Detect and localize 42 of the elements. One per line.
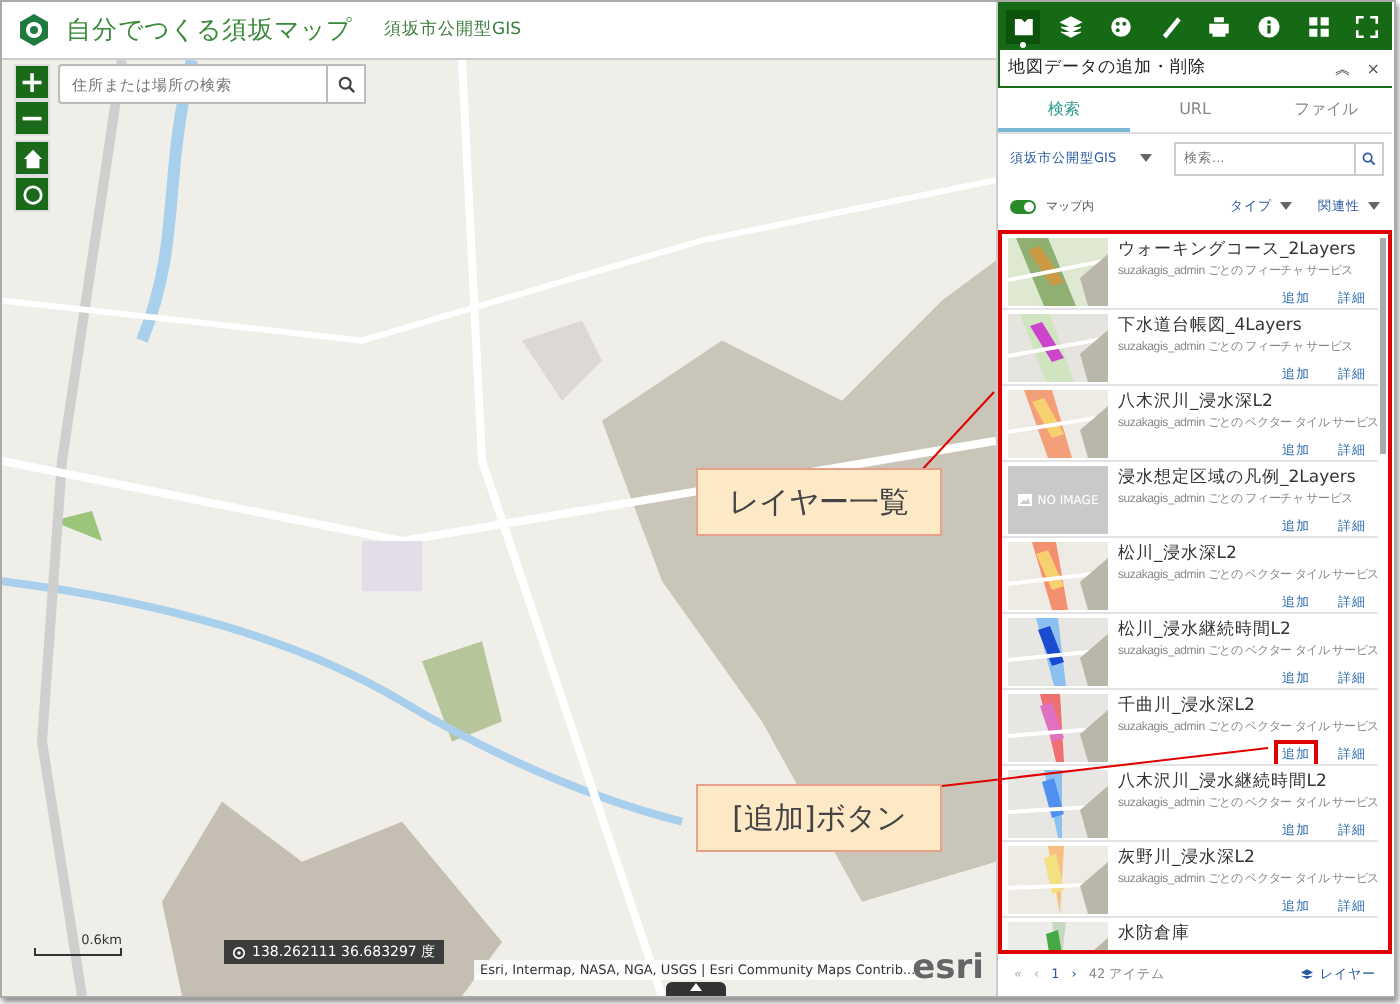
zoom-out-button[interactable]: − xyxy=(14,100,50,136)
search-icon xyxy=(1362,151,1376,165)
search-button[interactable] xyxy=(326,64,366,104)
leader-line xyxy=(919,391,995,473)
expand-handle[interactable] xyxy=(666,982,726,996)
add-data-icon[interactable] xyxy=(1005,9,1040,43)
home-icon xyxy=(21,147,43,169)
scrollbar[interactable] xyxy=(1380,238,1386,454)
crosshair-icon xyxy=(232,945,246,959)
layer-title: 灰野川_浸水深L2 xyxy=(1118,846,1257,870)
layer-title: 下水道台帳図_4Layers xyxy=(1118,314,1304,338)
search-button[interactable] xyxy=(1354,141,1384,175)
layer-title: ウォーキングコース_2Layers xyxy=(1118,238,1358,262)
caret-icon xyxy=(1368,202,1380,210)
layer-title: 八木沢川_浸水継続時間L2 xyxy=(1118,770,1329,794)
city-emblem-icon xyxy=(18,14,50,46)
layer-title: 浸水想定区域の凡例_2Layers xyxy=(1118,466,1358,490)
panel-tab[interactable]: 検索 xyxy=(998,88,1130,132)
layer-title: 八木沢川_浸水深L2 xyxy=(1118,390,1275,414)
callout-label: [追加]ボタン xyxy=(696,784,942,852)
callout-label: レイヤー一覧 xyxy=(696,468,942,536)
toggle-switch[interactable] xyxy=(1010,199,1036,213)
layers-icon xyxy=(1300,967,1314,981)
circle-icon xyxy=(21,183,43,205)
app-title: 自分でつくる須坂マップ xyxy=(66,13,352,47)
home-button[interactable] xyxy=(14,140,50,176)
locate-button[interactable] xyxy=(14,176,50,212)
panel-title: 地図データの追加・削除 xyxy=(1008,56,1208,80)
collapse-button[interactable]: ︽ xyxy=(1334,57,1351,79)
image-icon xyxy=(1017,494,1032,506)
search-icon xyxy=(337,75,355,93)
layer-title: 水防倉庫 xyxy=(1118,922,1192,946)
panel-tab[interactable]: ファイル xyxy=(1260,88,1392,132)
layer-title: 松川_浸水継続時間L2 xyxy=(1118,618,1293,642)
panel-tab[interactable]: URL xyxy=(1129,88,1261,132)
layer-title: 松川_浸水深L2 xyxy=(1118,542,1239,566)
caret-icon xyxy=(1280,202,1292,210)
zoom-in-button[interactable]: + xyxy=(14,64,50,100)
caret-icon xyxy=(1140,154,1153,162)
close-button[interactable]: × xyxy=(1366,59,1380,77)
app-subtitle: 須坂市公開型GIS xyxy=(384,18,521,42)
layer-title: 千曲川_浸水深L2 xyxy=(1118,694,1257,718)
